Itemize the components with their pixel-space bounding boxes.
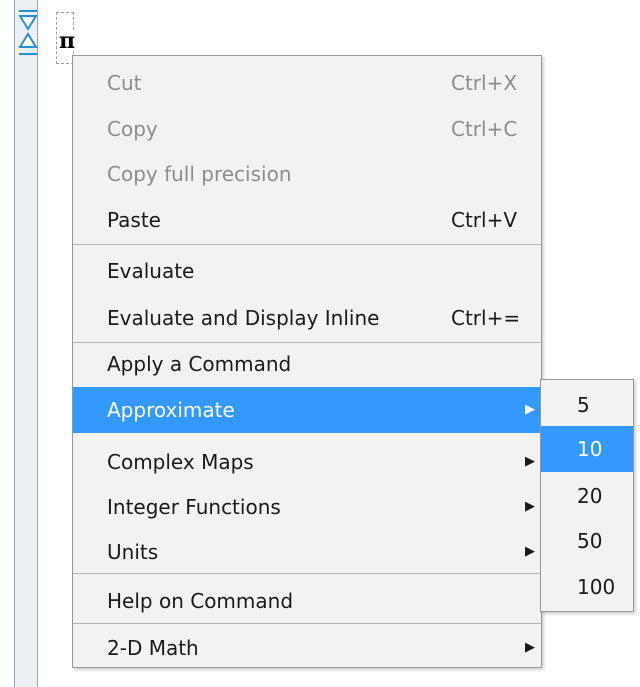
menu-item-label: Help on Command: [107, 589, 294, 613]
submenu-arrow-icon: ▶: [525, 499, 535, 514]
menu-item-shortcut: Ctrl+V: [451, 208, 518, 232]
menu-item-label: 2-D Math: [107, 636, 199, 660]
worksheet: π Cut Ctrl+X Copy Ctrl+C Copy full preci…: [0, 0, 640, 687]
menu-item-cut[interactable]: Cut Ctrl+X: [73, 60, 541, 106]
submenu-item-20[interactable]: 20: [541, 473, 633, 519]
menu-item-label: Copy: [107, 117, 158, 141]
submenu-item-label: 20: [577, 484, 603, 508]
menu-item-label: Approximate: [107, 398, 235, 422]
menu-item-label: Units: [107, 540, 159, 564]
submenu-item-label: 5: [577, 393, 590, 417]
menu-item-copy-full-precision[interactable]: Copy full precision: [73, 151, 541, 197]
submenu-arrow-icon: ▶: [525, 454, 535, 469]
pi-symbol[interactable]: π: [58, 30, 77, 52]
menu-item-shortcut: Ctrl+X: [451, 71, 518, 95]
menu-item-units[interactable]: Units ▶: [73, 529, 541, 575]
menu-item-label: Evaluate and Display Inline: [107, 306, 380, 330]
context-menu: Cut Ctrl+X Copy Ctrl+C Copy full precisi…: [72, 55, 542, 668]
menu-item-integer-functions[interactable]: Integer Functions ▶: [73, 484, 541, 530]
submenu-item-5[interactable]: 5: [541, 382, 633, 428]
menu-item-label: Cut: [107, 71, 142, 95]
menu-separator: [73, 573, 541, 574]
submenu-item-10[interactable]: 10: [541, 426, 633, 472]
menu-item-shortcut: Ctrl+C: [451, 117, 518, 141]
submenu-item-100[interactable]: 100: [541, 564, 633, 610]
submenu-item-50[interactable]: 50: [541, 518, 633, 564]
submenu-arrow-icon: ▶: [525, 640, 535, 655]
menu-item-approximate[interactable]: Approximate ▶: [73, 387, 541, 433]
submenu-item-label: 10: [577, 437, 603, 461]
menu-item-apply-a-command[interactable]: Apply a Command: [73, 341, 541, 387]
menu-item-copy[interactable]: Copy Ctrl+C: [73, 106, 541, 152]
menu-item-2d-math[interactable]: 2-D Math ▶: [73, 625, 541, 671]
submenu-arrow-icon: ▶: [525, 544, 535, 559]
expand-triangle-up-icon[interactable]: [18, 32, 38, 55]
submenu-item-label: 100: [577, 575, 616, 599]
approximate-submenu: 5 10 20 50 100: [540, 379, 634, 612]
menu-separator: [73, 244, 541, 245]
menu-item-label: Apply a Command: [107, 352, 292, 376]
menu-item-evaluate[interactable]: Evaluate: [73, 248, 541, 294]
submenu-arrow-icon: ▶: [525, 402, 535, 417]
menu-separator: [73, 623, 541, 624]
menu-item-label: Integer Functions: [107, 495, 281, 519]
left-gutter: [14, 0, 38, 687]
menu-item-label: Evaluate: [107, 259, 195, 283]
gutter-arrows: [18, 10, 38, 55]
menu-item-label: Copy full precision: [107, 162, 292, 186]
menu-item-help-on-command[interactable]: Help on Command: [73, 578, 541, 624]
menu-item-paste[interactable]: Paste Ctrl+V: [73, 197, 541, 243]
menu-item-complex-maps[interactable]: Complex Maps ▶: [73, 439, 541, 485]
menu-item-evaluate-and-display-inline[interactable]: Evaluate and Display Inline Ctrl+=: [73, 295, 541, 341]
collapse-triangle-down-icon[interactable]: [18, 10, 38, 31]
menu-item-label: Complex Maps: [107, 450, 254, 474]
menu-item-label: Paste: [107, 208, 161, 232]
submenu-item-label: 50: [577, 529, 603, 553]
menu-item-shortcut: Ctrl+=: [451, 306, 521, 330]
